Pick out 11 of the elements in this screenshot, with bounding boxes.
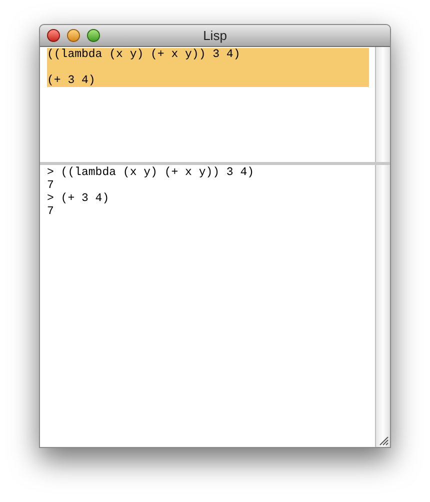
output-line: 7 <box>47 205 54 218</box>
close-button[interactable] <box>47 29 60 42</box>
output-line: > ((lambda (x y) (+ x y)) 3 4) <box>47 166 254 179</box>
resize-grip-icon[interactable] <box>378 435 389 446</box>
zoom-button[interactable] <box>87 29 100 42</box>
output-line: 7 <box>47 179 54 192</box>
window-title: Lisp <box>203 26 227 45</box>
minimize-button[interactable] <box>67 29 80 42</box>
output-line: > (+ 3 4) <box>47 192 110 205</box>
scrollbar-track[interactable] <box>375 47 390 162</box>
scrollbar-track[interactable] <box>375 165 390 447</box>
